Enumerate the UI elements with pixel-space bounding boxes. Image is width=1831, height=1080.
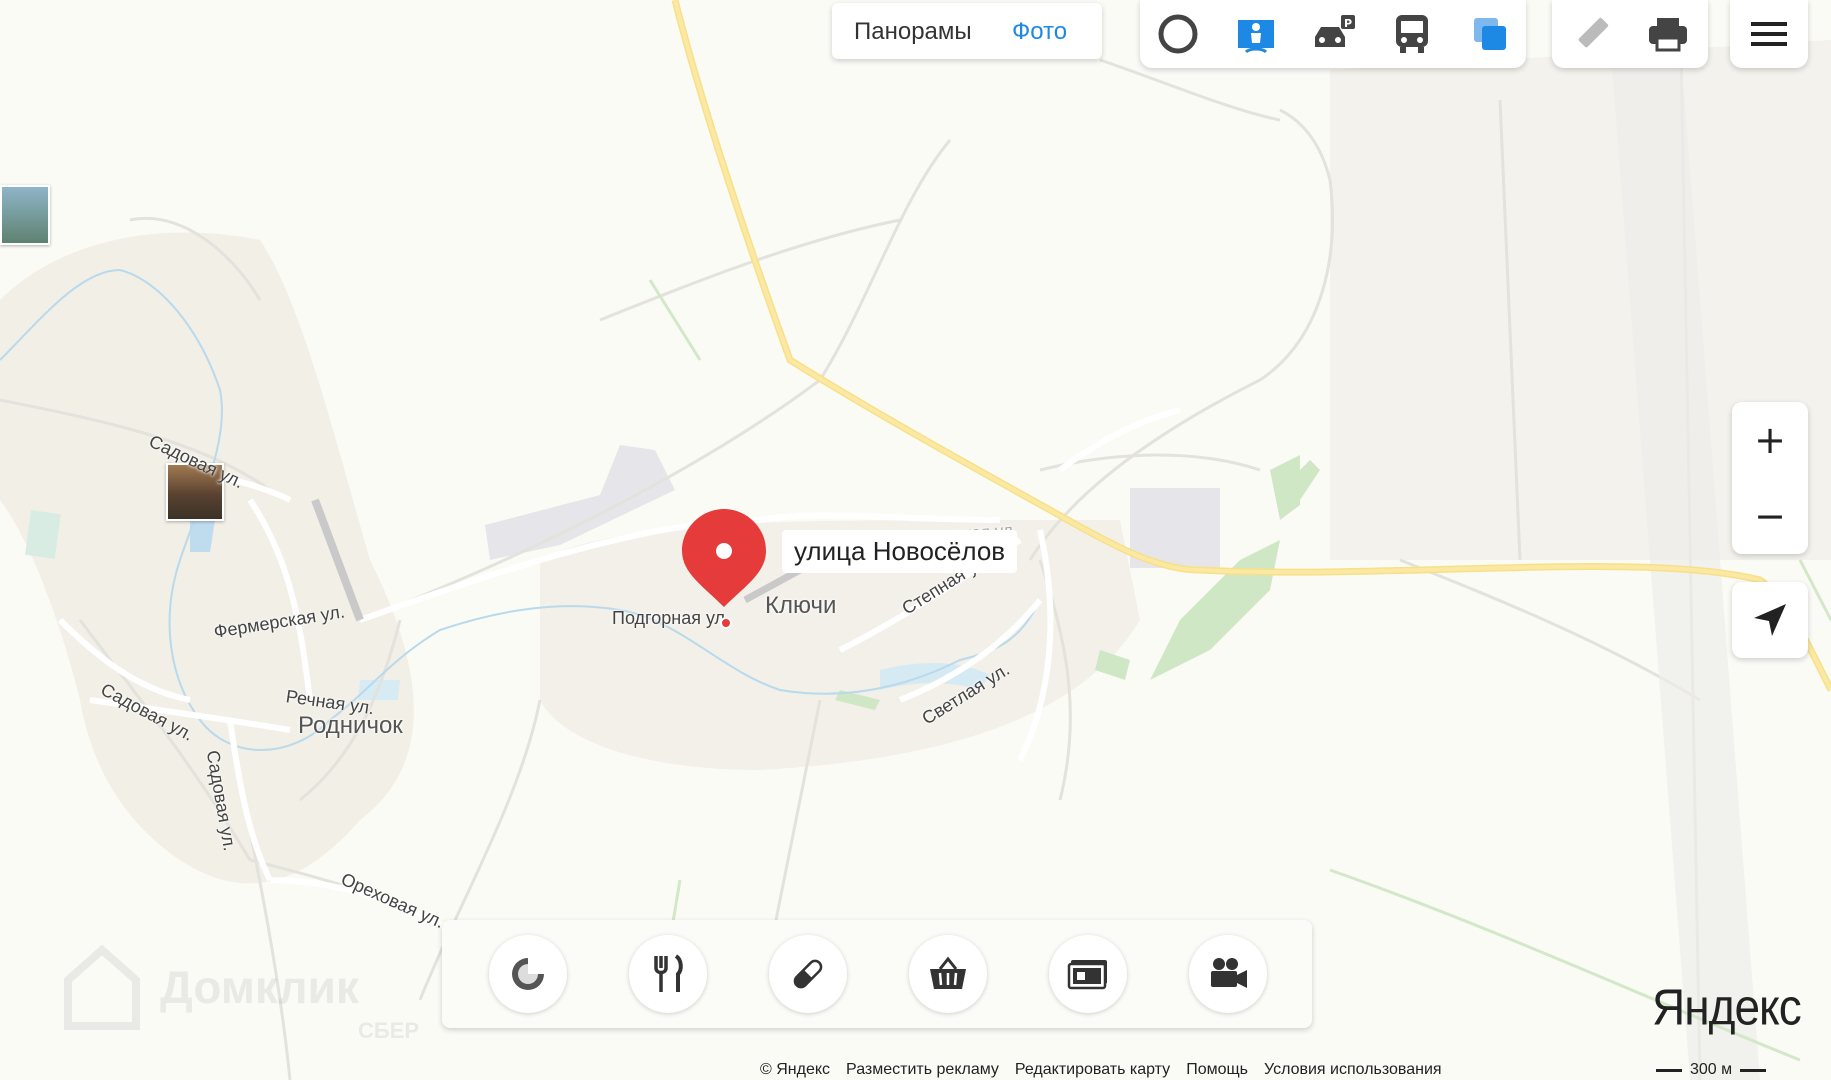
- layers-button[interactable]: [1460, 6, 1520, 62]
- transport-bus-icon: [1396, 15, 1428, 53]
- tools-panel: [1552, 0, 1708, 68]
- panoramas-button[interactable]: Панорамы: [854, 18, 972, 46]
- photo-thumbnail-left[interactable]: [0, 185, 50, 245]
- shop-basket-icon: [930, 956, 966, 989]
- cinema-button[interactable]: [1189, 935, 1267, 1013]
- settlement-label: Ключи: [765, 592, 837, 619]
- menu-button[interactable]: [1730, 0, 1808, 68]
- gas-station-button[interactable]: [489, 935, 567, 1013]
- layers-panel: P: [1140, 0, 1526, 68]
- zoom-control: + −: [1732, 402, 1808, 554]
- locate-wrapper: [1732, 582, 1808, 658]
- edit-map-link[interactable]: Редактировать карту: [1015, 1061, 1170, 1079]
- watermark-sub: СБЕР: [358, 1018, 420, 1043]
- pharmacy-icon: [793, 958, 824, 989]
- cinema-icon: [1211, 958, 1247, 988]
- yandex-logo[interactable]: Яндекс: [1652, 977, 1802, 1036]
- photo-button[interactable]: Фото: [1012, 18, 1067, 46]
- traffic-ring-icon: [1158, 14, 1198, 54]
- location-marker[interactable]: [680, 507, 768, 607]
- map-pin-icon: [682, 509, 766, 607]
- ruler-icon: [1578, 17, 1609, 48]
- ruler-button[interactable]: [1562, 6, 1622, 62]
- watermark-brand: Домклик: [160, 961, 359, 1013]
- yandex-logo-first-letter: [1652, 986, 1674, 1032]
- minus-icon: −: [1754, 494, 1786, 538]
- gas-station-icon: [512, 958, 544, 990]
- domclick-logo-icon: [64, 944, 140, 1030]
- marker-label: улица Новосёлов: [782, 530, 1018, 573]
- footer-bar: © Яндекс Разместить рекламу Редактироват…: [760, 1060, 1458, 1080]
- layers-icon: [1474, 18, 1506, 50]
- scale-label: 300 м: [1690, 1061, 1733, 1078]
- shop-button[interactable]: [909, 935, 987, 1013]
- advertise-link[interactable]: Разместить рекламу: [846, 1061, 999, 1079]
- restaurant-button[interactable]: [629, 935, 707, 1013]
- transport-button[interactable]: [1382, 6, 1442, 62]
- navigation-arrow-icon: [1754, 604, 1786, 636]
- copyright-text: © Яндекс: [760, 1061, 831, 1078]
- street-label: Подгорная ул.: [612, 608, 731, 628]
- menu-icon: [1751, 22, 1787, 46]
- category-bar: [442, 920, 1312, 1028]
- marker-point: [720, 617, 732, 629]
- scale-line-left: [1656, 1068, 1682, 1072]
- terms-link[interactable]: Условия использования: [1264, 1061, 1442, 1079]
- main-menu-panel: [1730, 0, 1808, 68]
- restaurant-icon: [654, 954, 683, 992]
- panoramas-photo-panel: Панорамы Фото: [832, 3, 1102, 59]
- svg-text:P: P: [1344, 17, 1352, 30]
- help-link[interactable]: Помощь: [1186, 1061, 1248, 1079]
- scale-line-right: [1740, 1068, 1767, 1072]
- zoom-out-button[interactable]: −: [1732, 478, 1808, 554]
- zoom-in-button[interactable]: +: [1732, 402, 1808, 478]
- geolocation-button[interactable]: [1732, 582, 1808, 658]
- scale-bar: 300 м: [1656, 1060, 1767, 1080]
- print-button[interactable]: [1638, 6, 1698, 62]
- marker-label-text: улица Новосёлов: [794, 536, 1006, 566]
- panorama-view-button[interactable]: [1226, 6, 1286, 62]
- atm-button[interactable]: [1049, 935, 1127, 1013]
- atm-icon: [1067, 960, 1107, 990]
- panorama-person-icon: [1238, 20, 1274, 54]
- printer-icon: [1649, 18, 1687, 52]
- traffic-button[interactable]: [1148, 6, 1208, 62]
- plus-icon: +: [1754, 418, 1786, 462]
- pharmacy-button[interactable]: [769, 935, 847, 1013]
- parking-button[interactable]: P: [1304, 6, 1364, 62]
- parking-car-icon: P: [1315, 15, 1355, 47]
